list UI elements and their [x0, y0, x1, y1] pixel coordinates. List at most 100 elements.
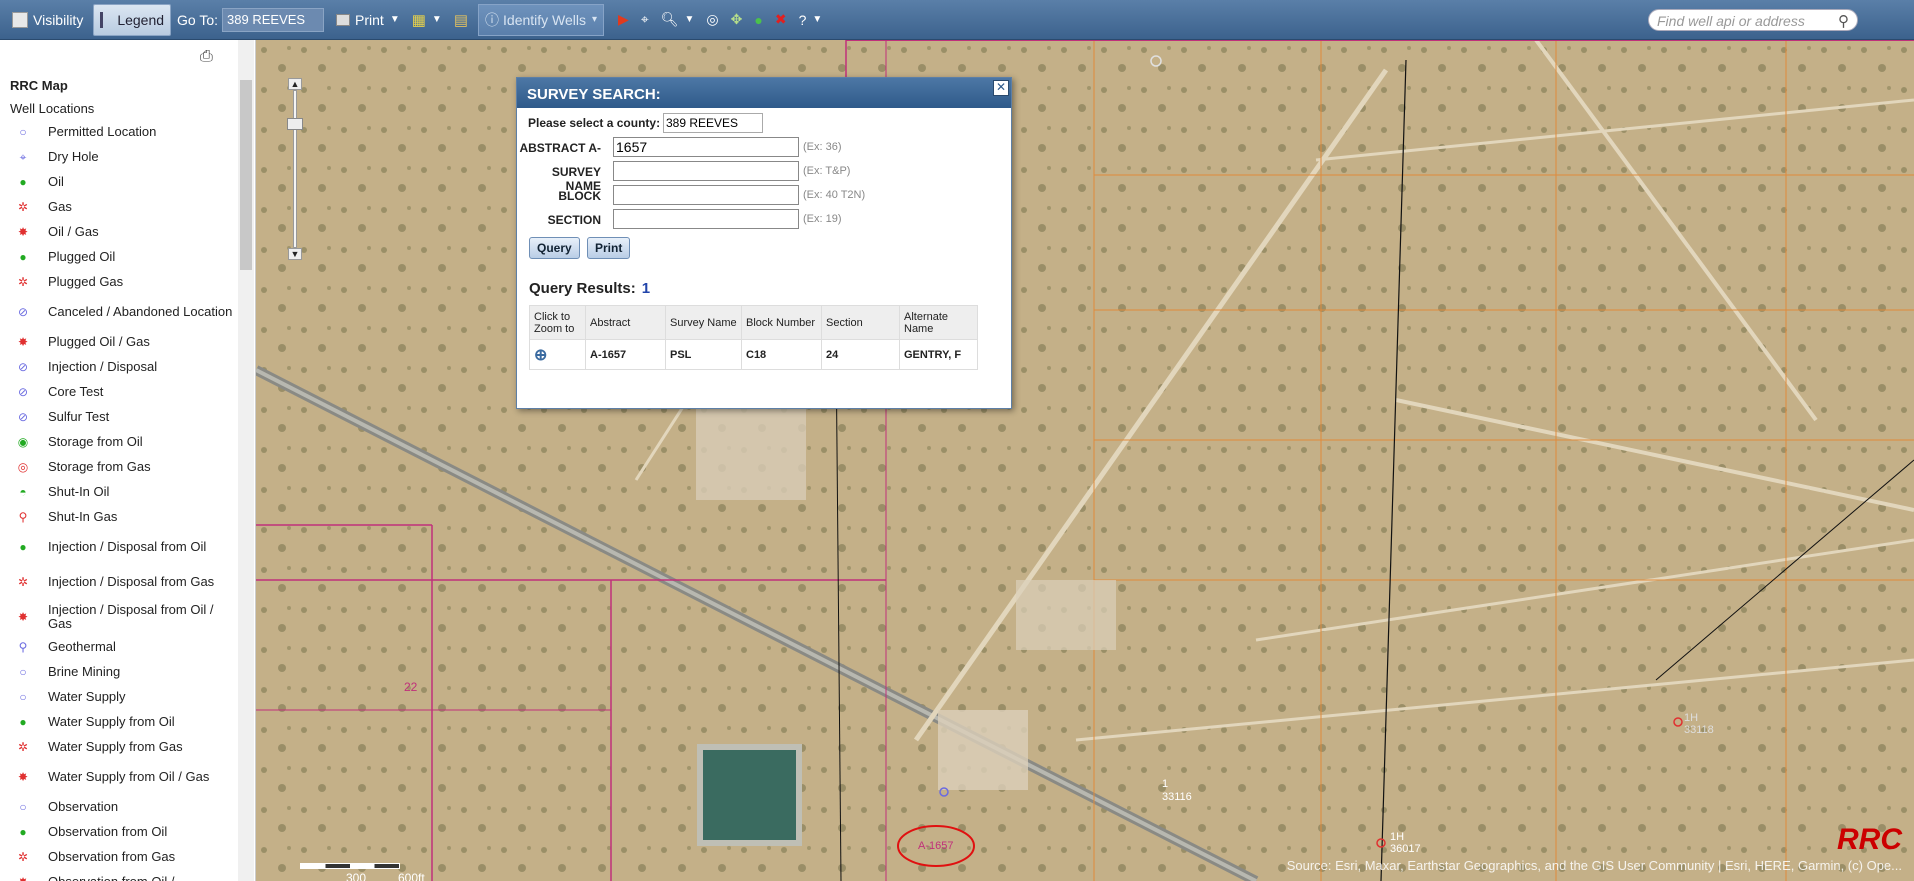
legend-symbol-icon: ● — [19, 539, 27, 554]
legend-icon — [100, 11, 112, 28]
clear-button[interactable]: ✖ — [769, 4, 793, 36]
legend-item-label: Storage from Gas — [48, 458, 151, 474]
well-label-api: 33116 — [1162, 791, 1192, 803]
legend-item: ◎ Storage from Gas — [12, 454, 238, 479]
locate-button[interactable]: ✥ — [725, 4, 749, 36]
print-button[interactable]: Print ▼ — [330, 4, 406, 36]
print-button[interactable]: Print — [587, 237, 631, 259]
legend-item: ⌖ Dry Hole — [12, 144, 238, 169]
legend-item: ◉ Storage from Oil — [12, 429, 238, 454]
zoom-in-button[interactable]: ▲ — [288, 78, 302, 90]
well-search-input[interactable]: Find well api or address — [1648, 9, 1858, 31]
county-select[interactable] — [663, 113, 763, 133]
legend-symbol-icon: ○ — [19, 689, 27, 704]
globe-button[interactable]: ● — [748, 4, 768, 36]
gis-icon: ▤ — [453, 11, 469, 29]
legend-symbol-icon: ✲ — [17, 274, 29, 289]
zoom-track[interactable] — [293, 90, 297, 248]
legend-item: ○ Permitted Location — [12, 119, 238, 144]
scale-bar-graphic — [300, 863, 400, 869]
legend-item-label: Shut-In Oil — [48, 483, 110, 499]
search-icon[interactable]: ⚲ — [1838, 12, 1849, 30]
abstract-cell: A-1657 — [585, 339, 666, 370]
section-field[interactable] — [613, 209, 799, 229]
legend-item: ○ Water Supply — [12, 684, 238, 709]
survey-cell: PSL — [665, 339, 742, 370]
scale-bar: 300 600ft — [300, 863, 425, 881]
legend-item: ⊘ Sulfur Test — [12, 404, 238, 429]
help-icon: ? — [798, 11, 807, 28]
visibility-icon — [12, 11, 28, 28]
legend-item: ● Observation from Oil — [12, 819, 238, 844]
goto-input[interactable] — [222, 7, 325, 32]
legend-symbol-icon: ○ — [19, 664, 27, 679]
legend-item: ✸ Plugged Oil / Gas — [12, 329, 238, 354]
legend-symbol-icon: ⊘ — [17, 304, 29, 319]
legend-item: ✲ Gas — [12, 194, 238, 219]
zoom-handle[interactable] — [287, 118, 303, 130]
legend-item: ⚲ Geothermal — [12, 634, 238, 659]
legend-symbol-icon: ⚲ — [18, 509, 28, 524]
survey-name-field[interactable] — [613, 161, 799, 181]
survey-search-dialog: SURVEY SEARCH: ✕ Please select a county:… — [516, 77, 1012, 409]
identify-wells-button[interactable]: ⓘ Identify Wells ▾ — [478, 3, 605, 36]
col-abstract: Abstract — [585, 305, 666, 340]
legend-symbol-icon: ◉ — [17, 434, 29, 449]
legend-item-label: Water Supply from Oil / Gas — [48, 768, 210, 784]
legend-item: ✲ Plugged Gas — [12, 269, 238, 294]
visibility-button[interactable]: Visibility — [6, 4, 89, 36]
zoom-slider[interactable]: ▲ ▼ — [287, 78, 303, 260]
gis-button[interactable]: ▤ — [448, 4, 474, 36]
legend-item-label: Injection / Disposal from Oil / Gas — [48, 601, 214, 631]
satellite-map[interactable]: 22 A-1657 1 33116 1H 36017 1H 33118 ▲ ▼ … — [256, 40, 1914, 881]
legend-item: ⊘ Canceled / Abandoned Location — [12, 294, 238, 329]
zoom-out-button[interactable]: ▼ — [288, 248, 302, 260]
legend-item-label: Observation from Oil / — [48, 873, 175, 881]
legend-symbol-icon: ✸ — [17, 769, 29, 784]
legend-button[interactable]: Legend — [93, 3, 172, 36]
zoom-in-icon[interactable]: ⊕ — [534, 347, 547, 364]
legend-list: ○ Permitted Location ⌖ Dry Hole ● Oil ✲ Gas ✸ Oil… — [12, 119, 238, 881]
block-field[interactable] — [613, 185, 799, 205]
flag-button[interactable]: ▶ — [612, 4, 635, 36]
block-cell: C18 — [741, 339, 822, 370]
legend-symbol-icon: ✸ — [17, 609, 29, 624]
legend-item: ⚲ Shut-In Gas — [12, 504, 238, 529]
pan-button[interactable]: ⌖ — [635, 4, 655, 36]
scroll-thumb[interactable] — [240, 80, 252, 270]
query-button[interactable]: Query — [529, 237, 580, 259]
pdf-icon[interactable]: ⎙ — [200, 48, 213, 66]
sidebar-title: RRC Map — [10, 78, 68, 93]
legend-item-label: Geothermal — [48, 638, 116, 654]
legend-sidebar: ⎙ RRC Map Well Locations ○ Permitted Loca… — [0, 40, 256, 881]
col-section: Section — [821, 305, 900, 340]
abstract-field[interactable] — [613, 137, 799, 157]
magnifier-icon: 🔍︎ — [660, 11, 679, 27]
legend-symbol-icon: ◎ — [17, 459, 29, 474]
survey-name-hint: (Ex: T&P) — [803, 165, 851, 177]
col-block-number: Block Number — [741, 305, 822, 340]
legend-item: ● Oil — [12, 169, 238, 194]
block-label: BLOCK — [558, 189, 601, 203]
results-count: 1 — [641, 280, 651, 297]
legend-item-label: Gas — [48, 198, 72, 214]
layers-button[interactable]: ▦ ▼ — [406, 4, 448, 36]
legend-item: ✸ Oil / Gas — [12, 219, 238, 244]
legend-item-label: Oil — [48, 173, 64, 189]
map-imagery — [256, 40, 1914, 881]
globe-icon: ● — [754, 11, 763, 28]
zoom-button[interactable]: 🔍︎ ▼ — [655, 4, 701, 36]
results-table: Click to Zoom to Abstract Survey Name Bl… — [529, 305, 978, 370]
close-icon[interactable]: ✕ — [993, 80, 1009, 96]
legend-item: ○ Observation — [12, 794, 238, 819]
legend-item-label: Observation from Oil — [48, 823, 168, 839]
sidebar-scrollbar[interactable] — [238, 40, 254, 881]
goto-label: Go To: — [177, 11, 219, 28]
printer-icon — [336, 13, 351, 26]
legend-symbol-icon: ● — [19, 174, 27, 189]
legend-symbol-icon: ⊘ — [17, 359, 29, 374]
help-button[interactable]: ? ▼ — [793, 4, 829, 36]
chevron-down-icon: ▾ — [592, 14, 598, 25]
zoom-to-cell[interactable]: ⊕ — [529, 339, 586, 370]
full-extent-button[interactable]: ◎ — [700, 4, 724, 36]
